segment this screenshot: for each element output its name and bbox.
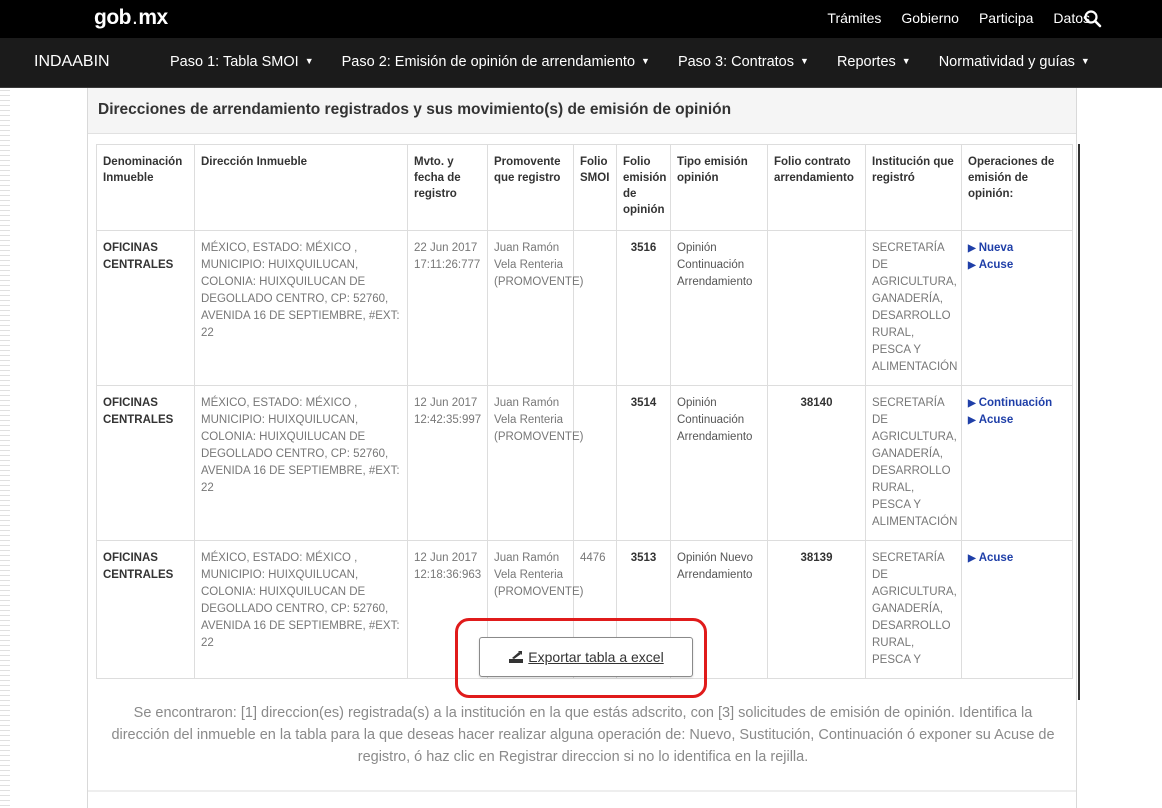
cell-folio-smoi <box>573 230 617 386</box>
op-label: Acuse <box>978 414 1014 426</box>
play-arrow-icon: ▶ <box>968 553 976 564</box>
export-excel-button[interactable]: Exportar tabla a excel <box>479 637 693 677</box>
nav-item-paso1[interactable]: Paso 1: Tabla SMOI ▼ <box>170 54 314 70</box>
op-link-acuse[interactable]: ▶ Acuse <box>968 412 1066 429</box>
nav-menu: Paso 1: Tabla SMOI ▼ Paso 2: Emisión de o… <box>170 54 1118 70</box>
cell-tipo: Opinión Continuación Arrendamiento <box>670 385 768 541</box>
caret-down-icon: ▼ <box>641 56 650 66</box>
top-link-tramites[interactable]: Trámites <box>827 10 881 26</box>
export-button-label: Exportar tabla a excel <box>528 649 664 665</box>
op-label: Continuación <box>978 397 1053 409</box>
caret-down-icon: ▼ <box>304 56 314 66</box>
logo-main: gob <box>94 6 131 29</box>
cell-operaciones: ▶ Nueva ▶ Acuse <box>961 230 1073 386</box>
op-label: Acuse <box>978 259 1014 271</box>
cell-promovente: Juan Ramón Vela Renteria (PROMOVENTE) <box>487 385 583 541</box>
caret-down-icon: ▼ <box>901 56 911 66</box>
nav-item-label: Paso 2: Emisión de opinión de arrendamie… <box>341 54 636 70</box>
cell-institucion: SECRETARÍA DE AGRICULTURA, GANADERÍA, DE… <box>865 385 962 541</box>
op-link-nueva[interactable]: ▶ Nueva <box>968 240 1066 257</box>
nav-item-paso2[interactable]: Paso 2: Emisión de opinión de arrendamie… <box>342 54 650 70</box>
cell-denominacion: OFICINAS CENTRALES <box>96 540 195 679</box>
cell-denominacion: OFICINAS CENTRALES <box>96 385 195 541</box>
panel-title: Direcciones de arrendamiento registrados… <box>98 101 732 118</box>
op-label: Nueva <box>978 242 1014 254</box>
cell-folio-smoi <box>573 385 617 541</box>
nav-item-label: Normatividad y guías <box>938 54 1075 70</box>
opinions-table: Denominación Inmueble Dirección Inmueble… <box>96 144 1073 679</box>
cell-folio-contrato: 38139 <box>767 540 866 679</box>
col-header: Denominación Inmueble <box>96 144 195 231</box>
top-link-gobierno[interactable]: Gobierno <box>901 10 959 26</box>
nav-item-label: Paso 1: Tabla SMOI <box>170 54 299 70</box>
nav-item-paso3[interactable]: Paso 3: Contratos ▼ <box>678 54 809 70</box>
cell-operaciones: ▶ Continuación ▶ Acuse <box>961 385 1073 541</box>
cell-direccion: MÉXICO, ESTADO: MÉXICO , MUNICIPIO: HUIX… <box>194 230 408 386</box>
results-info-text: Se encontraron: [1] direccion(es) regist… <box>111 705 1055 765</box>
cell-institucion: SECRETARÍA DE AGRICULTURA, GANADERÍA, DE… <box>865 540 962 679</box>
table-row: OFICINAS CENTRALES MÉXICO, ESTADO: MÉXIC… <box>96 385 1073 541</box>
col-header: Promovente que registro <box>487 144 574 231</box>
cell-folio-contrato: 38140 <box>767 385 866 541</box>
table-header-row: Denominación Inmueble Dirección Inmueble… <box>96 144 1073 231</box>
col-header: Folio emisión de opinión <box>616 144 671 231</box>
nav-item-label: Paso 3: Contratos <box>677 54 795 70</box>
caret-down-icon: ▼ <box>800 56 809 66</box>
top-link-participa[interactable]: Participa <box>979 10 1033 26</box>
panel-heading: Direcciones de arrendamiento registrados… <box>88 88 1076 134</box>
table-scroll-area[interactable]: Denominación Inmueble Dirección Inmueble… <box>96 144 1080 700</box>
table-row: OFICINAS CENTRALES MÉXICO, ESTADO: MÉXIC… <box>96 230 1073 386</box>
cell-fecha: 22 Jun 2017 17:11:26:777 <box>407 230 488 386</box>
top-links: Trámites Gobierno Participa Datos <box>827 10 1090 26</box>
cell-tipo: Opinión Continuación Arrendamiento <box>670 230 768 386</box>
play-arrow-icon: ▶ <box>968 260 976 271</box>
cell-promovente: Juan Ramón Vela Renteria (PROMOVENTE) <box>487 230 583 386</box>
cell-direccion: MÉXICO, ESTADO: MÉXICO , MUNICIPIO: HUIX… <box>194 385 408 541</box>
nav-item-normatividad[interactable]: Normatividad y guías ▼ <box>939 54 1090 70</box>
op-link-acuse[interactable]: ▶ Acuse <box>968 550 1066 567</box>
col-header: Folio SMOI <box>573 144 617 231</box>
col-header: Mvto. y fecha de registro <box>407 144 488 231</box>
play-arrow-icon: ▶ <box>968 398 976 409</box>
cell-fecha: 12 Jun 2017 12:42:35:997 <box>407 385 488 541</box>
op-link-continuacion[interactable]: ▶ Continuación <box>968 395 1066 412</box>
logo-dot: . <box>131 6 138 29</box>
main-navbar: INDAABIN Paso 1: Tabla SMOI ▼ Paso 2: Emi… <box>0 38 1162 88</box>
cell-operaciones: ▶ Acuse <box>961 540 1073 679</box>
cell-institucion: SECRETARÍA DE AGRICULTURA, GANADERÍA, DE… <box>865 230 962 386</box>
page-edge <box>0 0 10 808</box>
content-panel: Direcciones de arrendamiento registrados… <box>87 88 1080 808</box>
gobmx-logo[interactable]: gob.mx <box>94 6 168 30</box>
cell-folio-contrato <box>767 230 866 386</box>
panel-footer-divider <box>88 790 1076 792</box>
caret-down-icon: ▼ <box>1080 56 1090 66</box>
cell-denominacion: OFICINAS CENTRALES <box>96 230 195 386</box>
col-header: Operaciones de emisión de opinión: <box>961 144 1073 231</box>
brand-indaabin[interactable]: INDAABIN <box>34 53 110 71</box>
logo-tld: mx <box>138 6 168 29</box>
cell-folio-opinion: 3516 <box>616 230 671 386</box>
cell-direccion: MÉXICO, ESTADO: MÉXICO , MUNICIPIO: HUIX… <box>194 540 408 679</box>
gobmx-topbar: gob.mx Trámites Gobierno Participa Datos <box>0 0 1162 38</box>
op-label: Acuse <box>978 552 1014 564</box>
cell-folio-opinion: 3514 <box>616 385 671 541</box>
col-header: Dirección Inmueble <box>194 144 408 231</box>
nav-item-reportes[interactable]: Reportes ▼ <box>837 54 911 70</box>
play-arrow-icon: ▶ <box>968 415 976 426</box>
col-header: Folio contrato arrendamiento <box>767 144 866 231</box>
search-icon[interactable] <box>1082 8 1104 30</box>
col-header: Institución que registró <box>865 144 962 231</box>
op-link-acuse[interactable]: ▶ Acuse <box>968 257 1066 274</box>
export-icon <box>509 651 524 663</box>
play-arrow-icon: ▶ <box>968 243 976 254</box>
col-header: Tipo emisión opinión <box>670 144 768 231</box>
nav-item-label: Reportes <box>836 54 896 70</box>
